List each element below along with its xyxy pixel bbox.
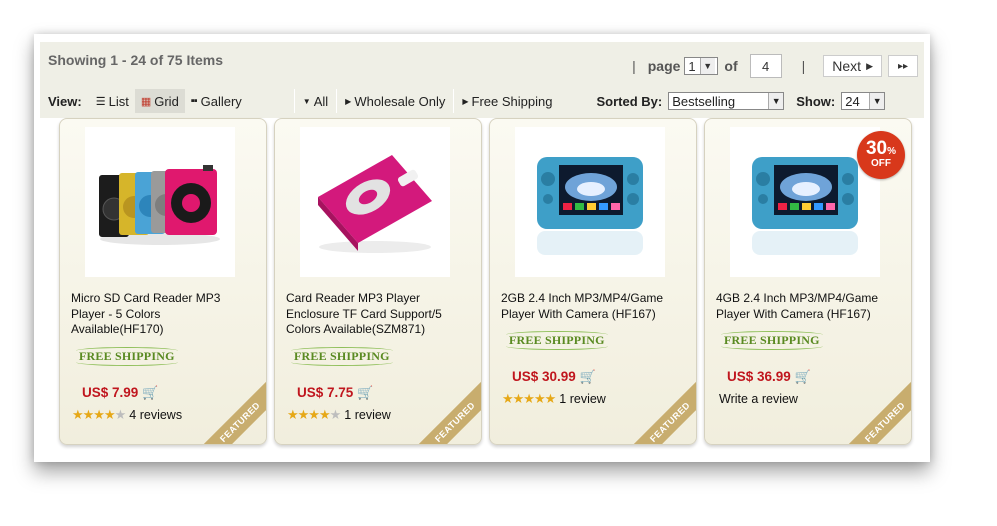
product-card[interactable]: Card Reader MP3 Player Enclosure TF Card… — [274, 118, 482, 445]
product-image[interactable] — [85, 127, 235, 277]
featured-ribbon: FEATURED — [196, 378, 266, 444]
page-select-value: 1 — [688, 58, 696, 74]
arrow-right-icon: ▶ — [462, 96, 469, 106]
view-list-label: List — [108, 93, 129, 109]
sort-select-value: Bestselling — [672, 93, 736, 109]
show-count-select[interactable]: 24 ▼ — [841, 92, 886, 110]
view-grid-button[interactable]: ▦ Grid — [134, 89, 185, 113]
review-count-link[interactable]: 1 review — [559, 392, 606, 406]
view-gallery-label: Gallery — [200, 93, 242, 109]
divider: | — [801, 58, 806, 74]
filter-wholesale-label: Wholesale Only — [354, 93, 446, 109]
listing-toolbar: Showing 1 - 24 of 75 Items | page 1 ▼ of… — [40, 42, 924, 118]
pagination: | page 1 ▼ of 4 | Next ▶ ▸▸ — [620, 54, 918, 78]
add-to-cart-icon[interactable]: 🛒 — [142, 385, 158, 401]
discount-off-label: OFF — [871, 158, 891, 169]
featured-ribbon: FEATURED — [626, 378, 696, 444]
list-icon: ☰ — [95, 95, 106, 108]
filter-free-shipping[interactable]: ▶ Free Shipping — [453, 89, 560, 113]
write-review-link[interactable]: Write a review — [719, 392, 798, 406]
mp3-player-image — [99, 165, 220, 245]
add-to-cart-icon[interactable]: 🛒 — [795, 369, 811, 385]
of-label: of — [724, 58, 738, 74]
add-to-cart-icon[interactable]: 🛒 — [580, 369, 596, 385]
filter-wholesale[interactable]: ▶ Wholesale Only — [336, 89, 453, 113]
arrow-right-icon: ▶ — [345, 96, 352, 106]
mp4-player-image — [537, 157, 643, 255]
product-title[interactable]: 2GB 2.4 Inch MP3/MP4/Game Player With Ca… — [501, 291, 685, 322]
total-pages: 4 — [749, 54, 782, 78]
discount-badge: 30% OFF — [857, 131, 905, 179]
rating-stars: ★★★★★ 4 reviews — [72, 407, 183, 422]
product-card[interactable]: 2GB 2.4 Inch MP3/MP4/Game Player With Ca… — [489, 118, 697, 445]
product-card[interactable]: 30% OFF 4GB 2.4 Inch MP3/MP4/Game Player… — [704, 118, 912, 445]
rating-stars: ★★★★★ 1 review — [502, 391, 606, 406]
review-count-link[interactable]: 1 review — [344, 408, 391, 422]
fast-forward-icon: ▸▸ — [897, 60, 909, 72]
gallery-icon: ▪▪ — [190, 95, 198, 107]
product-title[interactable]: Card Reader MP3 Player Enclosure TF Card… — [286, 291, 470, 338]
product-listing-panel: Showing 1 - 24 of 75 Items | page 1 ▼ of… — [34, 34, 930, 462]
add-to-cart-icon[interactable]: 🛒 — [357, 385, 373, 401]
discount-percent: 30 — [865, 138, 888, 159]
filter-all[interactable]: ▼ All — [293, 89, 336, 113]
free-shipping-badge: FREE SHIPPING — [76, 347, 178, 366]
view-list-button[interactable]: ☰ List — [90, 89, 135, 113]
view-options-bar: View: ☰ List ▦ Grid ▪▪ Gallery ▼ All ▶ W… — [40, 88, 924, 114]
mp3-player-image — [318, 155, 432, 253]
filter-all-label: All — [313, 93, 329, 109]
product-title[interactable]: 4GB 2.4 Inch MP3/MP4/Game Player With Ca… — [716, 291, 900, 322]
product-price: US$ 36.99 🛒 — [727, 369, 811, 385]
rating-stars: ★★★★★ 1 review — [287, 407, 391, 422]
percent-sign: % — [887, 146, 897, 157]
chevron-down-icon: ▼ — [302, 96, 311, 106]
product-price: US$ 30.99 🛒 — [512, 369, 596, 385]
product-card[interactable]: Micro SD Card Reader MP3 Player - 5 Colo… — [59, 118, 267, 445]
last-page-button[interactable]: ▸▸ — [888, 55, 918, 77]
view-gallery-button[interactable]: ▪▪ Gallery — [185, 89, 248, 113]
arrow-right-icon: ▶ — [866, 60, 873, 71]
show-label: Show: — [796, 93, 836, 109]
sort-select[interactable]: Bestselling ▼ — [668, 92, 785, 110]
free-shipping-badge: FREE SHIPPING — [721, 331, 823, 350]
review-count-link[interactable]: 4 reviews — [129, 408, 182, 422]
item-count-text: Showing 1 - 24 of 75 Items — [48, 52, 224, 68]
filter-free-shipping-label: Free Shipping — [471, 93, 553, 109]
page-select[interactable]: 1 ▼ — [684, 57, 719, 75]
free-shipping-badge: FREE SHIPPING — [291, 347, 393, 366]
view-grid-label: Grid — [154, 93, 179, 109]
featured-ribbon: FEATURED — [841, 378, 911, 444]
product-image[interactable] — [300, 127, 450, 277]
product-title[interactable]: Micro SD Card Reader MP3 Player - 5 Colo… — [71, 291, 255, 338]
featured-ribbon: FEATURED — [411, 378, 481, 444]
chevron-down-icon: ▼ — [869, 93, 885, 109]
show-count-value: 24 — [845, 93, 860, 109]
product-price: US$ 7.75 🛒 — [297, 385, 374, 401]
product-price: US$ 7.99 🛒 — [82, 385, 159, 401]
view-label: View: — [48, 93, 82, 109]
product-image[interactable] — [515, 127, 665, 277]
next-label: Next — [832, 58, 862, 74]
grid-icon: ▦ — [140, 95, 151, 108]
sorted-by-label: Sorted By: — [596, 93, 663, 109]
chevron-down-icon: ▼ — [768, 93, 784, 109]
page-label: page — [647, 58, 681, 74]
next-page-button[interactable]: Next ▶ — [823, 55, 882, 77]
free-shipping-badge: FREE SHIPPING — [506, 331, 608, 350]
divider: | — [632, 58, 636, 74]
chevron-down-icon: ▼ — [699, 58, 715, 74]
